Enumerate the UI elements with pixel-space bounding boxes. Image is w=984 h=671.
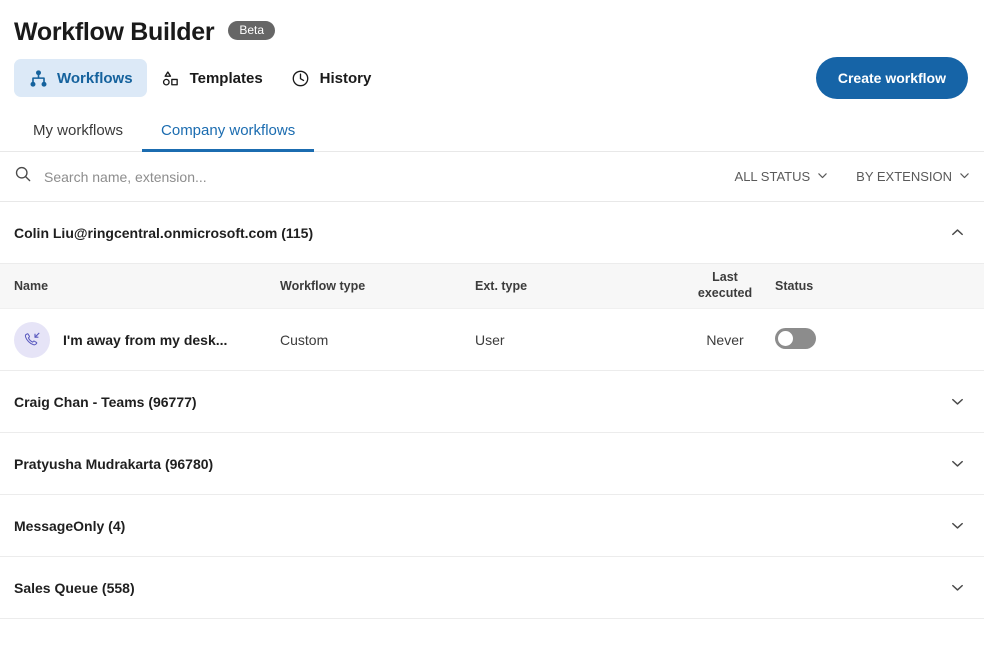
nav-item-history[interactable]: History xyxy=(277,59,386,97)
workflow-name: I'm away from my desk... xyxy=(63,331,228,348)
tab-company-workflows[interactable]: Company workflows xyxy=(142,123,315,152)
column-header-last-line1: Last xyxy=(712,270,738,285)
workflow-group-collapsed: MessageOnly (4) xyxy=(0,495,984,557)
nav-item-label: History xyxy=(319,69,372,87)
clock-icon xyxy=(291,68,311,88)
cell-name: I'm away from my desk... xyxy=(0,321,280,358)
group-title: MessageOnly (4) xyxy=(14,517,126,534)
workflow-group-collapsed: Sales Queue (558) xyxy=(0,557,984,619)
nav-item-label: Templates xyxy=(189,69,263,87)
chevron-down-icon xyxy=(959,169,970,184)
hierarchy-icon xyxy=(28,68,48,88)
group-title: Colin Liu@ringcentral.onmicrosoft.com (1… xyxy=(14,224,314,241)
table-row[interactable]: I'm away from my desk... Custom User Nev… xyxy=(0,308,984,370)
table-header-row: Name Workflow type Ext. type Last execut… xyxy=(0,263,984,308)
workflow-group-expanded: Colin Liu@ringcentral.onmicrosoft.com (1… xyxy=(0,202,984,371)
nav-item-label: Workflows xyxy=(57,69,133,87)
filter-label: BY EXTENSION xyxy=(856,169,952,184)
nav-item-templates[interactable]: Templates xyxy=(147,59,277,97)
filter-by-extension[interactable]: BY EXTENSION xyxy=(856,169,970,184)
column-header-ext-type: Ext. type xyxy=(475,279,528,293)
group-header[interactable]: Sales Queue (558) xyxy=(0,557,984,618)
cell-workflow-type: Custom xyxy=(280,331,329,348)
status-toggle[interactable] xyxy=(775,327,816,349)
nav-item-workflows[interactable]: Workflows xyxy=(14,59,147,97)
subtab-bar: My workflows Company workflows xyxy=(0,106,984,152)
search-filter-bar: ALL STATUS BY EXTENSION xyxy=(0,152,984,202)
column-header-name: Name xyxy=(14,279,49,293)
group-title: Craig Chan - Teams (96777) xyxy=(14,393,197,410)
group-header[interactable]: Colin Liu@ringcentral.onmicrosoft.com (1… xyxy=(0,202,984,263)
chevron-down-icon[interactable] xyxy=(946,453,968,475)
search-box xyxy=(14,165,735,188)
cell-last-executed: Never xyxy=(706,331,744,348)
toggle-knob xyxy=(778,330,793,346)
chevron-down-icon[interactable] xyxy=(946,391,968,413)
column-header-last-executed: Last executed xyxy=(675,270,775,301)
search-icon xyxy=(14,165,32,188)
group-header[interactable]: Pratyusha Mudrakarta (96780) xyxy=(0,433,984,494)
shapes-icon xyxy=(161,68,181,88)
group-header[interactable]: MessageOnly (4) xyxy=(0,495,984,556)
primary-nav: Workflows Templates History Create workf… xyxy=(0,50,984,106)
page-header: Workflow Builder Beta xyxy=(0,0,984,50)
workflow-group-collapsed: Craig Chan - Teams (96777) xyxy=(0,371,984,433)
column-header-status: Status xyxy=(775,279,814,293)
workflow-builder-page: Workflow Builder Beta Workflows Template… xyxy=(0,0,984,671)
create-workflow-button[interactable]: Create workflow xyxy=(815,57,968,99)
tab-my-workflows[interactable]: My workflows xyxy=(14,123,142,151)
chevron-down-icon[interactable] xyxy=(946,515,968,537)
column-header-workflow-type: Workflow type xyxy=(280,279,366,293)
chevron-down-icon[interactable] xyxy=(946,577,968,599)
search-input[interactable] xyxy=(44,168,464,185)
incoming-call-icon xyxy=(14,321,50,358)
group-title: Sales Queue (558) xyxy=(14,579,135,596)
group-header[interactable]: Craig Chan - Teams (96777) xyxy=(0,371,984,432)
column-header-last-line2: executed xyxy=(697,286,753,300)
filter-all-status[interactable]: ALL STATUS xyxy=(735,169,829,184)
workflow-group-collapsed: Pratyusha Mudrakarta (96780) xyxy=(0,433,984,495)
chevron-down-icon xyxy=(817,169,828,184)
chevron-up-icon[interactable] xyxy=(946,222,968,244)
page-title: Workflow Builder xyxy=(14,17,215,46)
cell-status xyxy=(775,327,955,352)
filter-label: ALL STATUS xyxy=(734,169,811,184)
group-title: Pratyusha Mudrakarta (96780) xyxy=(14,455,214,472)
cell-ext-type: User xyxy=(475,331,505,348)
filter-group: ALL STATUS BY EXTENSION xyxy=(735,169,970,184)
beta-badge: Beta xyxy=(228,20,275,40)
